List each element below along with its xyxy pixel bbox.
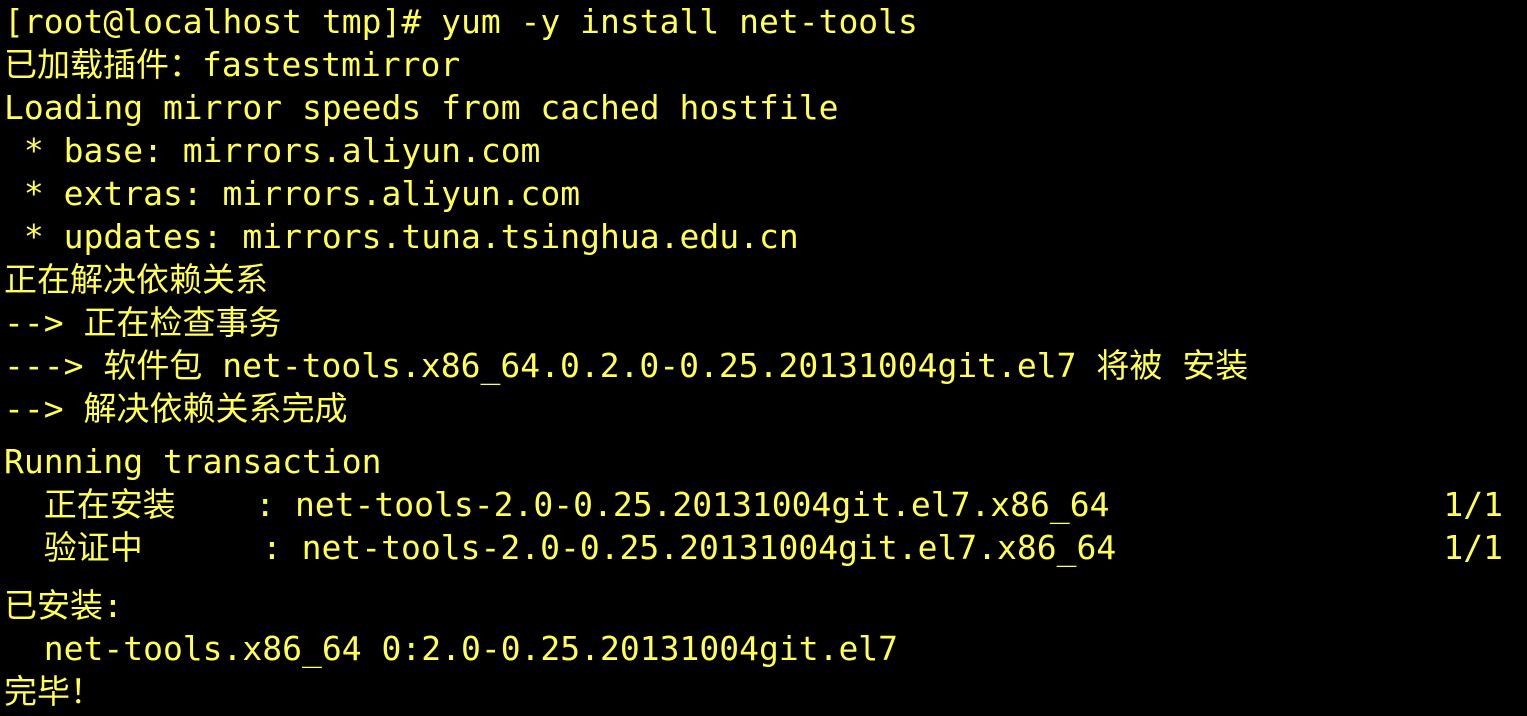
installing-line: 正在安装 : net-tools-2.0-0.25.20131004git.el… [4,485,1110,524]
command-prompt-line: [root@localhost tmp]# yum -y install net… [4,2,918,41]
mirror-extras-line: * extras: mirrors.aliyun.com [4,174,581,213]
resolving-deps-line: 正在解决依赖关系 [4,260,268,299]
loading-mirrors-line: Loading mirror speeds from cached hostfi… [4,88,839,127]
installing-progress: 1/1 [1443,485,1503,524]
installed-header-line: 已安装: [4,586,123,625]
checking-transaction-line: --> 正在检查事务 [4,303,282,342]
installed-package-line: net-tools.x86_64 0:2.0-0.25.20131004git.… [4,629,899,668]
deps-resolved-line: --> 解决依赖关系完成 [4,389,348,428]
running-transaction-line: Running transaction [4,442,382,481]
plugin-loaded-line: 已加载插件：fastestmirror [4,45,461,84]
mirror-base-line: * base: mirrors.aliyun.com [4,131,541,170]
mirror-updates-line: * updates: mirrors.tuna.tsinghua.edu.cn [4,217,799,256]
package-to-install-line: ---> 软件包 net-tools.x86_64.0.2.0-0.25.201… [4,346,1249,385]
complete-line: 完毕！ [4,672,103,711]
verifying-line: 验证中 : net-tools-2.0-0.25.20131004git.el7… [4,528,1117,567]
verifying-progress: 1/1 [1443,528,1503,567]
terminal-window[interactable]: [root@localhost tmp]# yum -y install net… [0,0,1527,716]
